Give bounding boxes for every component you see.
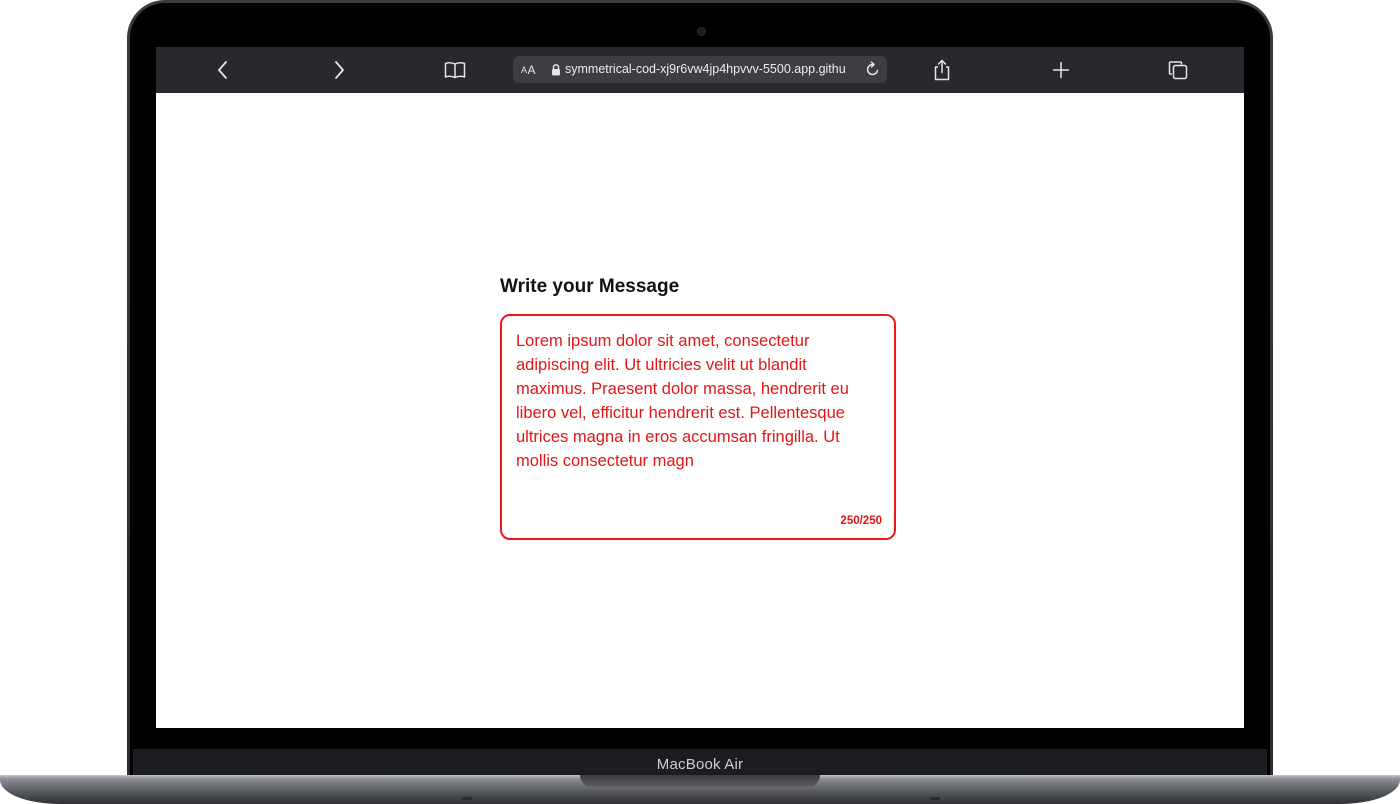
url-text: symmetrical-cod-xj9r6vw4jp4hpvvv-5500.ap…	[565, 62, 846, 76]
forward-button[interactable]	[319, 47, 359, 93]
book-icon	[444, 62, 466, 79]
page-title: Write your Message	[500, 276, 680, 297]
laptop-chin: MacBook Air	[133, 749, 1267, 778]
laptop-foot	[462, 797, 472, 800]
reload-icon[interactable]	[864, 61, 881, 78]
share-icon	[934, 59, 950, 81]
browser-toolbar: AA symmetrical-cod-xj9r6vw4jp4hpvvv-5500…	[156, 47, 1244, 93]
address-bar[interactable]: AA symmetrical-cod-xj9r6vw4jp4hpvvv-5500…	[513, 56, 887, 83]
chevron-right-icon	[335, 61, 344, 79]
browser-screen: AA symmetrical-cod-xj9r6vw4jp4hpvvv-5500…	[156, 47, 1244, 728]
tabs-icon	[1168, 61, 1188, 80]
laptop-mockup: AA symmetrical-cod-xj9r6vw4jp4hpvvv-5500…	[0, 0, 1400, 804]
message-text[interactable]: Lorem ipsum dolor sit amet, consectetur …	[516, 329, 876, 473]
chevron-left-icon	[218, 61, 227, 79]
laptop-hinge-notch	[580, 775, 820, 787]
back-button[interactable]	[203, 47, 243, 93]
device-label: MacBook Air	[656, 756, 744, 773]
bookmarks-button[interactable]	[435, 47, 475, 93]
text-size-button[interactable]: AA	[521, 56, 536, 83]
camera-dot	[697, 27, 706, 36]
character-counter: 250/250	[840, 515, 882, 527]
new-tab-button[interactable]	[1041, 47, 1081, 93]
lock-icon	[552, 64, 560, 76]
tabs-overview-button[interactable]	[1158, 47, 1198, 93]
plus-icon	[1052, 61, 1070, 79]
message-textarea[interactable]: Lorem ipsum dolor sit amet, consectetur …	[500, 314, 896, 540]
share-button[interactable]	[922, 47, 962, 93]
text-size-big: A	[527, 62, 537, 77]
laptop-foot	[930, 797, 940, 800]
